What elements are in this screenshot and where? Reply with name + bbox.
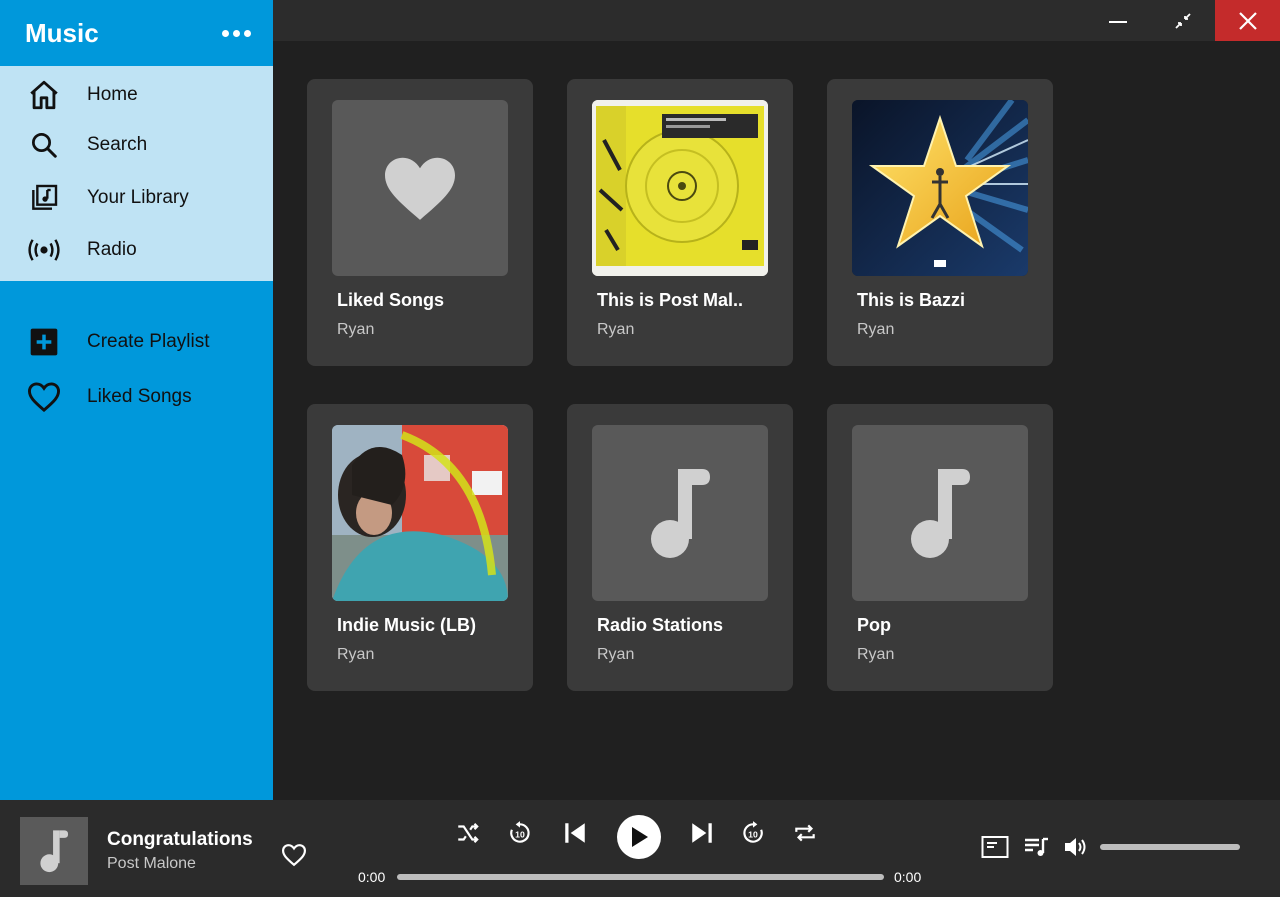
mini-player-icon: [981, 836, 1009, 858]
plus-box-icon: [26, 324, 62, 360]
app-title: Music: [25, 17, 99, 48]
nav-item-label: Home: [87, 84, 138, 105]
card-title: Radio Stations: [597, 615, 724, 635]
playlist-art: [852, 425, 1028, 601]
playlist-grid: Liked Songs Ryan This is Post Mal.. Ryan: [307, 79, 1053, 691]
close-button[interactable]: [1215, 0, 1280, 41]
heart-outline-icon: [281, 844, 307, 867]
previous-button[interactable]: [562, 820, 588, 846]
minimize-button[interactable]: [1085, 0, 1150, 41]
repeat-icon: [795, 824, 815, 842]
playlist-art: [852, 100, 1028, 276]
skip-previous-icon: [565, 823, 585, 843]
time-elapsed: 0:00: [358, 869, 386, 885]
restore-button[interactable]: [1150, 0, 1215, 41]
nav-item-home[interactable]: Home: [0, 70, 273, 120]
card-title: This is Bazzi: [857, 290, 966, 310]
nav-item-search[interactable]: Search: [0, 120, 273, 170]
player-bar: Congratulations Post Malone 10 10 0:00 0…: [0, 800, 1280, 897]
time-total: 0:00: [894, 869, 922, 885]
playlist-art: [332, 425, 508, 601]
sidebar-actions: Create Playlist Liked Songs: [0, 281, 273, 424]
nav-item-radio[interactable]: Radio: [0, 225, 273, 275]
forward-10-button[interactable]: 10: [740, 820, 766, 846]
create-playlist-label: Create Playlist: [87, 330, 210, 352]
card-title: Liked Songs: [337, 290, 445, 310]
liked-songs-label: Liked Songs: [87, 385, 192, 407]
nav-item-label: Search: [87, 134, 148, 155]
album-cover-photo: [332, 425, 508, 601]
play-icon: [632, 827, 648, 847]
volume-icon: [1065, 838, 1086, 856]
playlist-art: [592, 100, 768, 276]
playlist-card[interactable]: Pop Ryan: [827, 404, 1053, 691]
liked-songs-link[interactable]: Liked Songs: [0, 369, 273, 424]
sidebar-header: Music: [0, 0, 273, 66]
skip-next-icon: [692, 823, 712, 843]
playlist-card[interactable]: This is Post Mal.. Ryan: [567, 79, 793, 366]
forward-10-icon: 10: [743, 821, 763, 843]
compact-icon: [1174, 12, 1191, 29]
music-note-icon: [911, 469, 970, 558]
shuffle-icon: [458, 823, 479, 843]
svg-text:10: 10: [515, 829, 525, 839]
queue-button[interactable]: [1023, 835, 1049, 864]
more-options-icon[interactable]: [222, 29, 251, 37]
playlist-art: [332, 100, 508, 276]
like-button[interactable]: [280, 843, 308, 872]
card-subtitle: Ryan: [597, 646, 635, 663]
playlist-card[interactable]: Radio Stations Ryan: [567, 404, 793, 691]
search-icon: [26, 127, 62, 163]
create-playlist-button[interactable]: Create Playlist: [0, 314, 273, 369]
heart-icon: [385, 157, 455, 220]
playlist-art: [592, 425, 768, 601]
nav-menu: Home Search Your Library Radio: [0, 66, 273, 281]
playlist-card[interactable]: Liked Songs Ryan: [307, 79, 533, 366]
radio-icon: [26, 232, 62, 268]
next-button[interactable]: [689, 820, 715, 846]
rewind-10-icon: 10: [510, 821, 530, 843]
card-title: Indie Music (LB): [337, 615, 476, 635]
playlist-card[interactable]: Indie Music (LB) Ryan: [307, 404, 533, 691]
close-icon: [1238, 11, 1257, 30]
heart-outline-icon: [26, 379, 62, 415]
card-subtitle: Ryan: [337, 321, 375, 338]
track-artist[interactable]: Post Malone: [107, 855, 196, 873]
nav-item-library[interactable]: Your Library: [0, 170, 273, 225]
sidebar: Music Home Search Your Library Radio Cre…: [0, 0, 273, 800]
rewind-10-button[interactable]: 10: [507, 820, 533, 846]
nav-item-label: Radio: [87, 239, 137, 260]
card-subtitle: Ryan: [857, 646, 895, 663]
music-note-icon: [40, 830, 69, 873]
album-cover-yellow: [592, 100, 768, 276]
library-icon: [26, 180, 62, 216]
minimize-icon: [1108, 20, 1127, 23]
repeat-button[interactable]: [792, 820, 818, 846]
shuffle-button[interactable]: [455, 820, 481, 846]
mini-player-button[interactable]: [981, 835, 1009, 864]
music-note-icon: [651, 469, 710, 558]
card-subtitle: Ryan: [857, 321, 895, 338]
card-title: This is Post Mal..: [597, 290, 744, 310]
track-title: Congratulations: [107, 829, 253, 850]
home-icon: [26, 77, 62, 113]
volume-slider[interactable]: [1100, 844, 1240, 850]
card-subtitle: Ryan: [337, 646, 375, 663]
now-playing-art: [20, 817, 88, 885]
card-title: Pop: [857, 615, 891, 635]
window-titlebar: [273, 0, 1280, 41]
card-subtitle: Ryan: [597, 321, 635, 338]
play-button[interactable]: [617, 815, 661, 859]
svg-text:10: 10: [748, 829, 758, 839]
nav-item-label: Your Library: [87, 186, 189, 208]
queue-icon: [1025, 837, 1048, 856]
playlist-card[interactable]: This is Bazzi Ryan: [827, 79, 1053, 366]
album-cover-star: [852, 100, 1028, 276]
volume-button[interactable]: [1063, 835, 1089, 864]
progress-bar[interactable]: [397, 874, 884, 880]
